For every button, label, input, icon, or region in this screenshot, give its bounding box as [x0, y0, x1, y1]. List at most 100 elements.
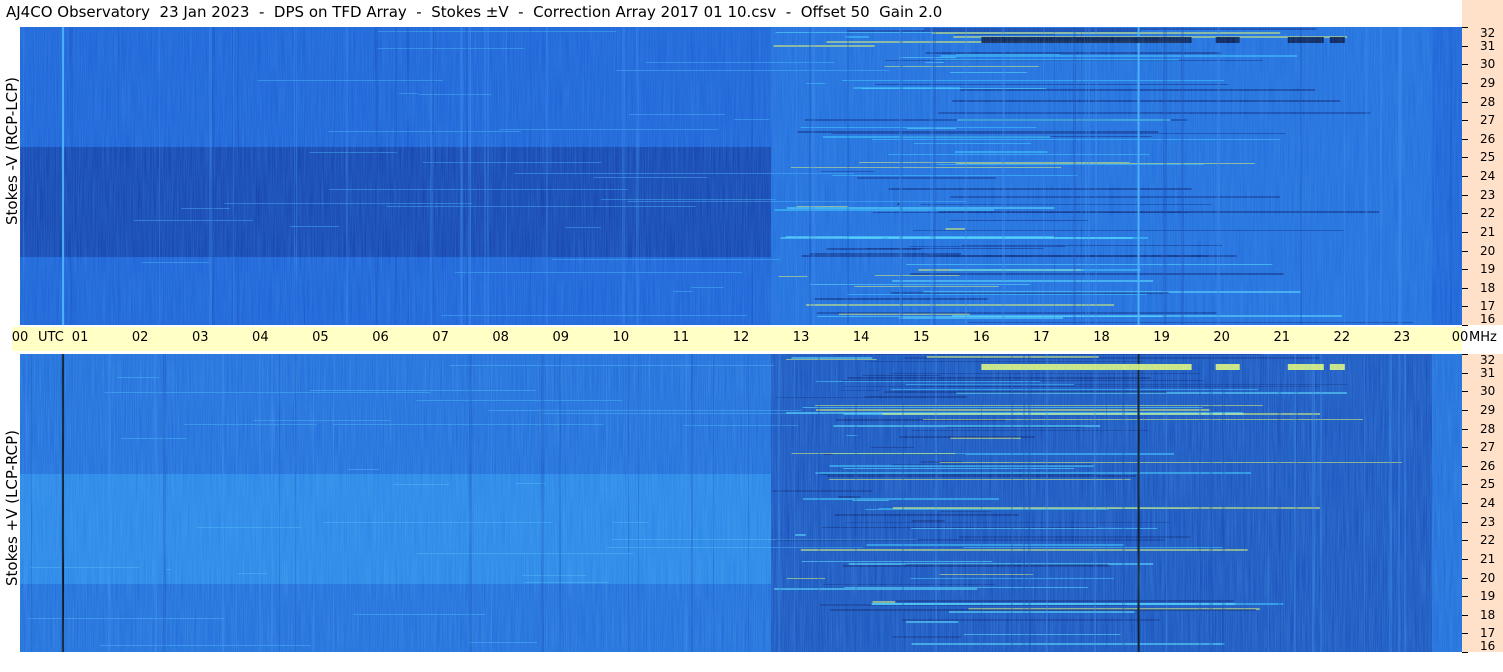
y-tick-mark — [1462, 596, 1468, 598]
spectrogram-top — [20, 27, 1462, 325]
y-tick-label: 31 — [1480, 38, 1496, 53]
y-tick-label: 21 — [1480, 551, 1496, 566]
x-tick-label: 03 — [191, 330, 209, 345]
y-tick-mark — [1462, 82, 1468, 84]
y-tick-label: 30 — [1480, 384, 1496, 399]
y-tick-mark — [1462, 447, 1468, 449]
y-tick-mark — [1462, 465, 1468, 467]
y-tick-mark — [1462, 176, 1468, 177]
y-tick-label: 28 — [1480, 421, 1496, 436]
spectrogram-bottom — [20, 354, 1462, 652]
y-tick-label: 31 — [1480, 365, 1496, 380]
y-tick-mark — [1462, 269, 1468, 271]
x-tick-label: 23 — [1393, 330, 1411, 345]
x-tick-label: 06 — [372, 330, 389, 345]
y-tick-mark — [1462, 652, 1468, 653]
y-tick-mark — [1462, 138, 1468, 140]
y-tick-mark — [1462, 157, 1468, 159]
y-tick-label: 24 — [1480, 496, 1496, 510]
x-tick-label: 05 — [312, 330, 329, 345]
y-tick-label: 23 — [1480, 187, 1496, 202]
x-tick-label: 20 — [1213, 330, 1230, 345]
y-tick-mark — [1462, 409, 1468, 411]
x-tick-label: 00 — [11, 330, 29, 345]
y-tick-mark — [1462, 64, 1468, 66]
x-tick-label: 07 — [432, 330, 449, 345]
x-tick-label: 14 — [852, 330, 870, 345]
y-tick-mark — [1462, 521, 1468, 523]
y-tick-label: 22 — [1480, 533, 1496, 548]
y-tick-mark — [1462, 250, 1468, 252]
x-tick-label: 01 — [71, 330, 89, 345]
y-tick-mark — [1462, 306, 1468, 308]
x-tick-label: 19 — [1153, 330, 1170, 345]
y-tick-label: 25 — [1480, 477, 1496, 492]
y-tick-label: 16 — [1480, 312, 1496, 326]
y-tick-label: 26 — [1480, 458, 1496, 473]
freq-strip-header — [1462, 0, 1503, 27]
x-tick-label: 21 — [1273, 330, 1291, 345]
y-tick-mark — [1462, 614, 1468, 616]
y-tick-mark — [1462, 194, 1468, 196]
y-tick-label: 26 — [1480, 131, 1496, 146]
y-tick-label: 30 — [1480, 57, 1496, 72]
x-tick-label: 18 — [1093, 330, 1110, 345]
y-tick-label: 29 — [1480, 402, 1496, 417]
y-tick-mark — [1462, 231, 1468, 233]
y-tick-label: 23 — [1480, 514, 1496, 529]
y-tick-mark — [1462, 391, 1468, 393]
utc-label: UTC — [38, 330, 64, 345]
y-tick-mark — [1462, 558, 1468, 560]
y-tick-label: 18 — [1480, 280, 1496, 295]
panel-label-bottom: Stokes +V (LCP-RCP) — [3, 430, 21, 586]
x-tick-label: 15 — [912, 330, 930, 345]
mhz-label: MHz — [1469, 330, 1497, 345]
x-tick-label: 13 — [792, 330, 810, 345]
y-tick-mark — [1462, 503, 1468, 504]
x-tick-label: 12 — [732, 330, 750, 345]
spectrogram-bottom-svg — [20, 354, 1462, 652]
y-tick-mark — [1462, 428, 1468, 430]
y-tick-mark — [1462, 325, 1468, 326]
y-tick-mark — [1462, 633, 1468, 635]
y-tick-label: 21 — [1480, 224, 1496, 239]
y-tick-mark — [1462, 101, 1468, 103]
y-tick-mark — [1462, 540, 1468, 542]
y-tick-label: 24 — [1480, 169, 1496, 183]
y-tick-mark — [1462, 120, 1468, 122]
x-tick-label: 11 — [672, 330, 690, 345]
y-tick-mark — [1462, 45, 1468, 47]
y-tick-mark — [1462, 213, 1468, 215]
x-tick-label: 17 — [1033, 330, 1050, 345]
y-tick-mark — [1462, 354, 1468, 355]
x-tick-label: 04 — [252, 330, 269, 345]
y-tick-label: 29 — [1480, 75, 1496, 90]
y-tick-label: 19 — [1480, 262, 1496, 277]
y-tick-label: 18 — [1480, 607, 1496, 622]
x-tick-label: 16 — [973, 330, 990, 345]
y-tick-mark — [1462, 27, 1468, 28]
y-tick-mark — [1462, 372, 1468, 374]
x-tick-label: 00 — [1451, 330, 1469, 345]
y-tick-label: 16 — [1480, 639, 1496, 653]
y-tick-mark — [1462, 484, 1468, 486]
y-tick-label: 25 — [1480, 150, 1496, 165]
x-tick-label: 10 — [612, 330, 630, 345]
y-tick-label: 22 — [1480, 206, 1496, 221]
chart-title: AJ4CO Observatory 23 Jan 2023 - DPS on T… — [6, 3, 943, 21]
spectrogram-top-svg — [20, 27, 1462, 325]
y-tick-label: 27 — [1480, 440, 1496, 455]
x-tick-label: 22 — [1333, 330, 1351, 345]
panel-label-top: Stokes -V (RCP-LCP) — [3, 77, 21, 225]
time-axis: UTC MHz 00 01 02 03 04 05 06 07 08 09 10 11 12 13 14 15… — [11, 327, 1497, 351]
y-tick-mark — [1462, 577, 1468, 579]
x-tick-label: 08 — [492, 330, 509, 345]
y-tick-label: 19 — [1480, 589, 1496, 604]
y-tick-mark — [1462, 287, 1468, 289]
x-tick-label: 02 — [131, 330, 149, 345]
y-tick-label: 27 — [1480, 113, 1496, 128]
x-tick-label: 09 — [552, 330, 570, 345]
y-tick-label: 20 — [1480, 243, 1496, 258]
y-tick-label: 20 — [1480, 570, 1496, 585]
y-tick-label: 28 — [1480, 94, 1496, 109]
